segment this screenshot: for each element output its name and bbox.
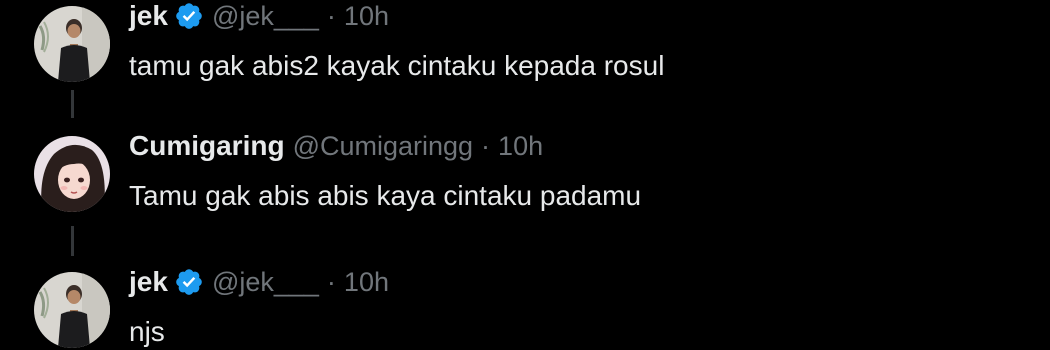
user-handle[interactable]: @jek___ xyxy=(212,267,319,298)
separator-dot: · xyxy=(326,0,336,31)
tweet-text: tamu gak abis2 kayak cintaku kepada rosu… xyxy=(129,50,665,81)
display-name[interactable]: jek xyxy=(129,266,168,298)
person-photo-avatar-icon xyxy=(34,272,110,348)
tweet-header: jek @jek___ · 10h xyxy=(129,0,389,34)
tweet-header: jek @jek___ · 10h xyxy=(129,264,389,300)
timestamp[interactable]: 10h xyxy=(498,131,543,162)
user-handle[interactable]: @jek___ xyxy=(212,1,319,32)
timestamp[interactable]: 10h xyxy=(344,267,389,298)
thread-connector-line xyxy=(71,90,74,118)
timestamp[interactable]: 10h xyxy=(344,1,389,32)
verified-badge-icon xyxy=(174,1,204,31)
avatar[interactable] xyxy=(34,272,110,348)
anime-girl-avatar-icon xyxy=(34,136,110,212)
avatar[interactable] xyxy=(34,6,110,82)
user-handle[interactable]: @Cumigaringg xyxy=(293,131,473,162)
person-photo-avatar-icon xyxy=(34,6,110,82)
verified-badge-icon xyxy=(174,267,204,297)
separator-dot: · xyxy=(481,130,491,161)
display-name[interactable]: jek xyxy=(129,0,168,32)
tweet-text: njs xyxy=(129,316,165,347)
thread-connector-line xyxy=(71,226,74,256)
separator-dot: · xyxy=(326,266,336,297)
avatar[interactable] xyxy=(34,136,110,212)
tweet-header: Cumigaring @Cumigaringg · 10h xyxy=(129,128,543,164)
display-name[interactable]: Cumigaring xyxy=(129,130,285,162)
reply-thread: jek @jek___ · 10h tamu gak abis2 kayak c… xyxy=(0,0,1050,350)
tweet-text: Tamu gak abis abis kaya cintaku padamu xyxy=(129,180,642,211)
